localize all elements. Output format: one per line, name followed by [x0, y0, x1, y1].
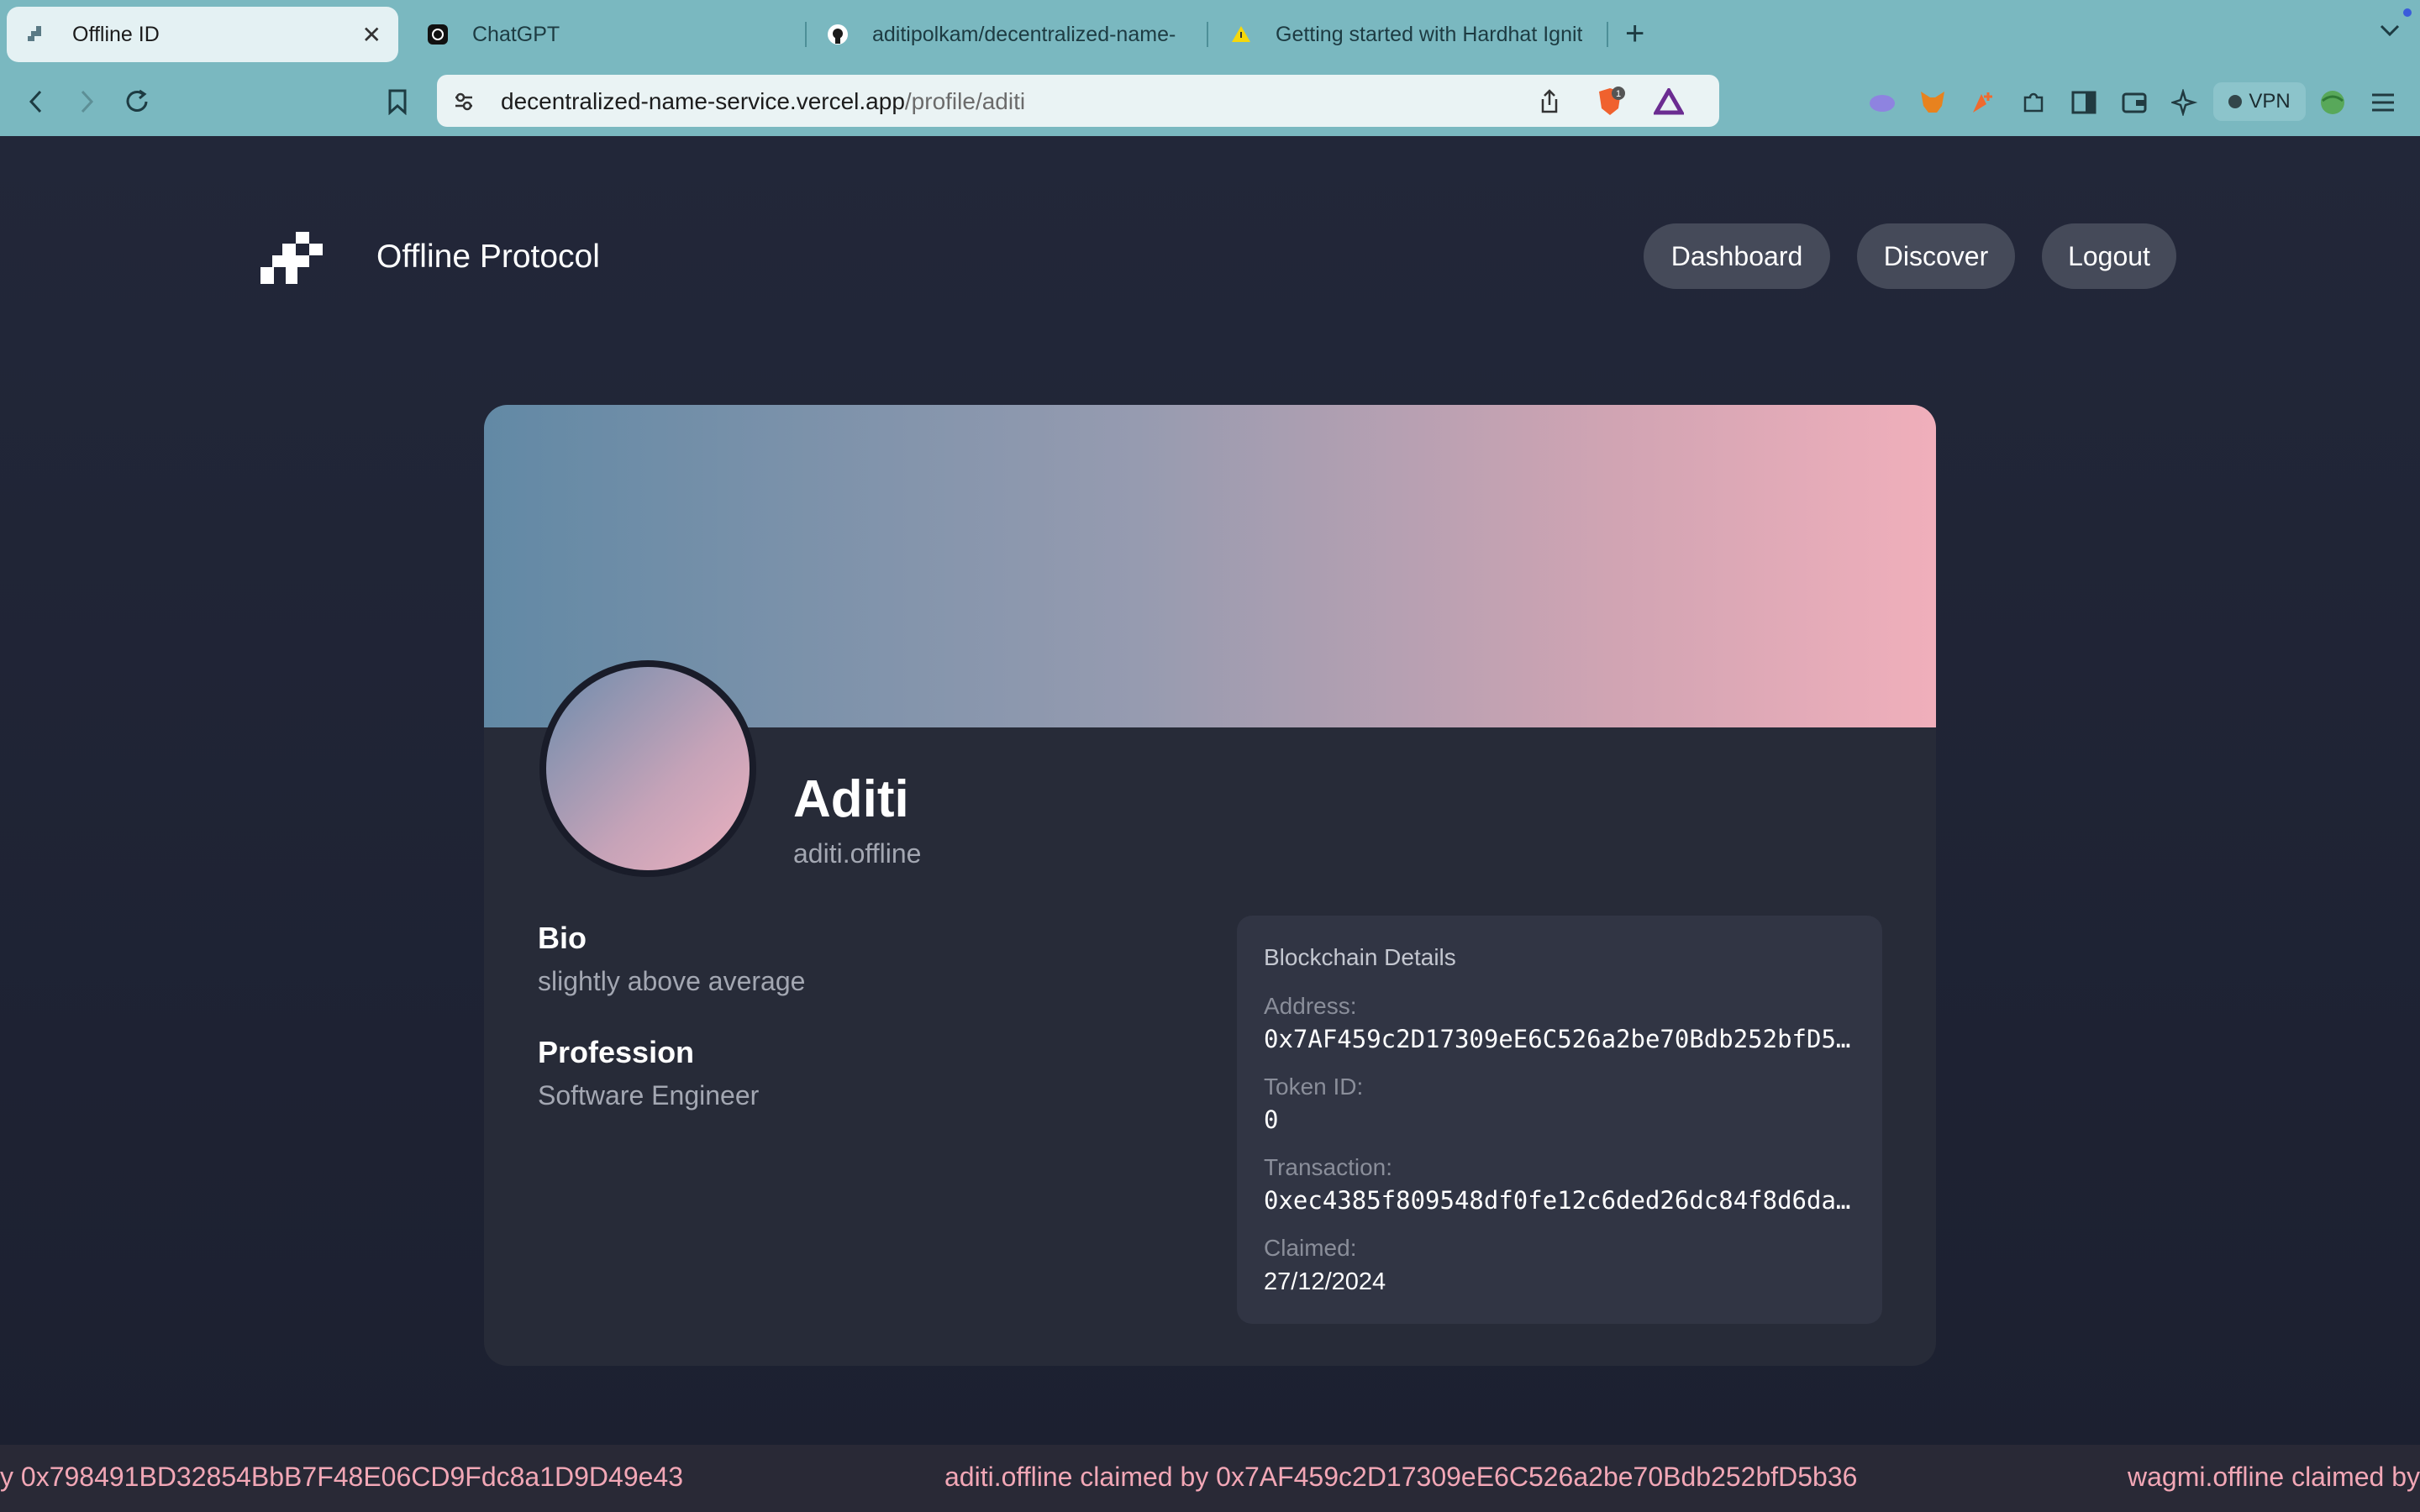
back-icon[interactable]	[17, 82, 55, 121]
hardhat-icon	[1230, 24, 1252, 45]
vpn-button[interactable]: VPN	[2213, 82, 2306, 121]
blockchain-details-title: Blockchain Details	[1264, 944, 1456, 970]
offline-logo-icon[interactable]	[260, 232, 331, 286]
claims-ticker: y 0x798491BD32854BbB7F48E06CD9Fdc8a1D9D4…	[0, 1445, 2420, 1512]
offline-favicon-icon	[27, 24, 49, 45]
logout-button[interactable]: Logout	[2042, 223, 2176, 289]
discover-button[interactable]: Discover	[1857, 223, 2015, 289]
tab-hardhat[interactable]: Getting started with Hardhat Ignit	[1210, 7, 1605, 62]
page: Offline Protocol Dashboard Discover Logo…	[0, 136, 2420, 1512]
tab-title: Offline ID	[72, 22, 160, 46]
chevron-down-icon[interactable]	[2378, 18, 2402, 45]
ticker-item: y 0x798491BD32854BbB7F48E06CD9Fdc8a1D9D4…	[0, 1462, 684, 1492]
token-id-value: 0	[1264, 1105, 1279, 1134]
wallet-icon[interactable]	[2118, 86, 2151, 119]
avatar	[539, 660, 756, 877]
metamask-icon[interactable]	[1916, 86, 1949, 119]
profile-name: Aditi	[793, 770, 909, 828]
profile-icon[interactable]	[2316, 86, 2349, 119]
claimed-value: 27/12/2024	[1264, 1268, 1386, 1295]
close-tab-icon[interactable]: ✕	[362, 21, 381, 49]
ticker-item: aditi.offline claimed by 0x7AF459c2D1730…	[944, 1462, 1858, 1492]
profession-label: Profession	[538, 1035, 695, 1069]
forward-icon[interactable]	[67, 82, 106, 121]
leo-ai-icon[interactable]	[2168, 86, 2202, 119]
site-settings-icon[interactable]	[449, 87, 479, 117]
browser-chrome: Offline ID ✕ ChatGPT aditipolkam/decentr…	[0, 0, 2420, 136]
notification-dot	[2403, 8, 2412, 17]
tab-title: Getting started with Hardhat Ignit	[1276, 22, 1583, 46]
tab-strip: Offline ID ✕ ChatGPT aditipolkam/decentr…	[0, 0, 2420, 67]
address-bar[interactable]: decentralized-name-service.vercel.app/pr…	[437, 75, 1719, 127]
token-id-label: Token ID:	[1264, 1074, 1364, 1100]
profession-text: Software Engineer	[538, 1080, 760, 1110]
menu-icon[interactable]	[2366, 86, 2400, 119]
brave-shield-icon[interactable]: 1	[1595, 87, 1625, 117]
tab-github[interactable]: aditipolkam/decentralized-name-	[807, 7, 1202, 62]
reload-icon[interactable]	[118, 82, 156, 121]
bio-text: slightly above average	[538, 966, 806, 996]
tab-divider	[1207, 22, 1208, 47]
extension-icon[interactable]	[1966, 86, 2000, 119]
share-icon[interactable]	[1534, 87, 1565, 117]
address-value: 0x7AF459c2D17309eE6C526a2be70Bdb252bfD5b…	[1264, 1025, 1852, 1053]
address-label: Address:	[1264, 993, 1357, 1019]
sidebar-icon[interactable]	[2067, 86, 2101, 119]
shield-badge: 1	[1616, 89, 1621, 99]
dashboard-button[interactable]: Dashboard	[1644, 223, 1830, 289]
extension-icon[interactable]	[1865, 86, 1899, 119]
profile-handle: aditi.offline	[793, 838, 922, 869]
toolbar: decentralized-name-service.vercel.app/pr…	[0, 67, 2420, 136]
url-host: decentralized-name-service.vercel.app	[501, 88, 905, 114]
github-icon	[827, 24, 849, 45]
new-tab-icon[interactable]: +	[1625, 15, 1644, 52]
claimed-label: Claimed:	[1264, 1235, 1357, 1261]
profile-card: Aditi aditi.offline Bio slightly above a…	[484, 405, 1936, 1366]
tab-chatgpt[interactable]: ChatGPT	[407, 7, 793, 62]
bio-label: Bio	[538, 921, 587, 955]
transaction-label: Transaction:	[1264, 1154, 1393, 1180]
vpn-label: VPN	[2249, 90, 2291, 113]
bookmark-icon[interactable]	[378, 82, 417, 121]
url-text: decentralized-name-service.vercel.app/pr…	[501, 88, 1025, 115]
transaction-value: 0xec4385f809548df0fe12c6ded26dc84f8d6da8…	[1264, 1186, 1852, 1215]
ticker-item: wagmi.offline claimed by	[2128, 1462, 2420, 1492]
chatgpt-icon	[427, 24, 449, 45]
brand-name[interactable]: Offline Protocol	[376, 239, 600, 276]
vpn-status-icon	[2228, 95, 2243, 108]
tab-title: aditipolkam/decentralized-name-	[872, 22, 1176, 46]
blockchain-details: Blockchain Details Address: 0x7AF459c2D1…	[1237, 916, 1882, 1324]
tab-title: ChatGPT	[472, 22, 560, 46]
url-path: /profile/aditi	[904, 88, 1026, 114]
tab-divider	[1607, 22, 1608, 47]
tab-offline-id[interactable]: Offline ID ✕	[7, 7, 398, 62]
brave-rewards-icon[interactable]	[1654, 87, 1684, 117]
puzzle-icon[interactable]	[2017, 86, 2050, 119]
